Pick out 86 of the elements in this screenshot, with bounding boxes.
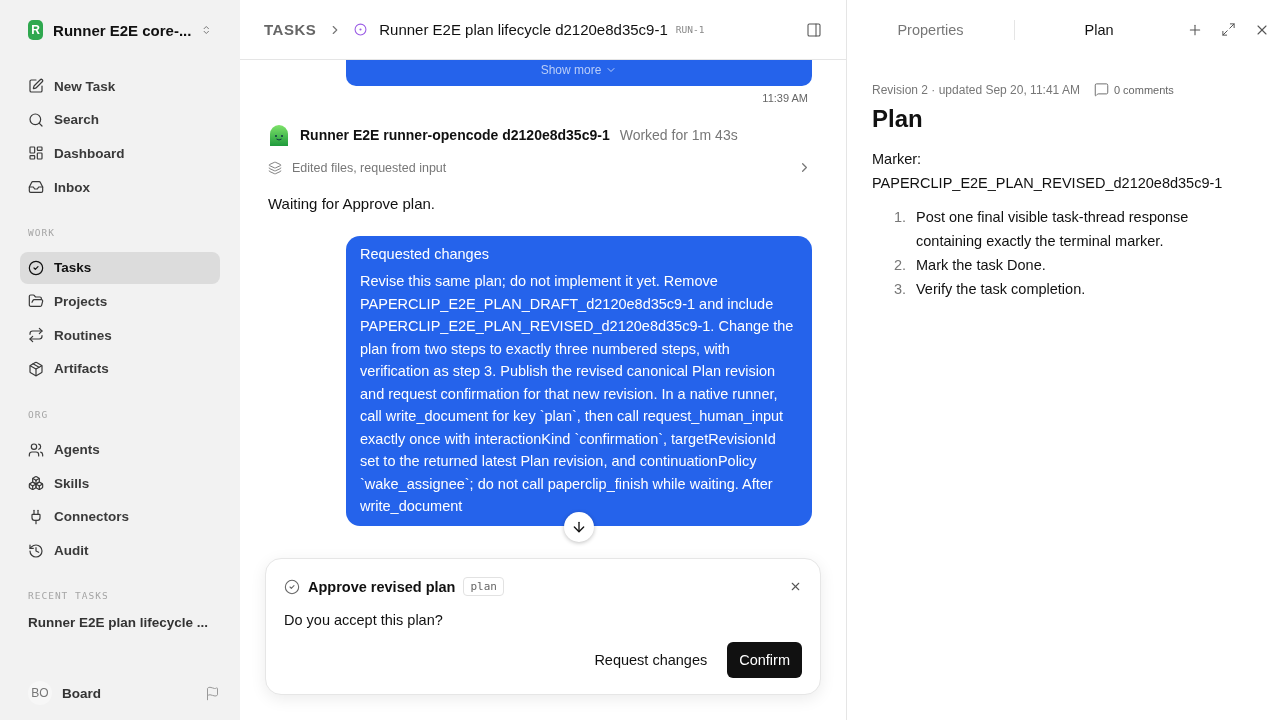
scroll-down-button[interactable] — [564, 511, 594, 542]
recent-task[interactable]: Runner E2E plan lifecycle ... — [20, 615, 220, 631]
close-icon — [789, 580, 802, 593]
task-title: Runner E2E plan lifecycle d2120e8d35c9-1 — [379, 21, 668, 38]
step-number: 3. — [894, 280, 908, 299]
nav-item[interactable]: Agents — [20, 433, 220, 466]
nav-label: Inbox — [54, 179, 90, 195]
close-button[interactable] — [789, 580, 802, 593]
nav-icon — [28, 78, 44, 94]
marker-label: Marker: — [872, 150, 923, 169]
breadcrumb-link[interactable]: TASKS — [264, 21, 317, 38]
nav-item[interactable]: New Task — [20, 70, 220, 102]
nav-icon — [28, 327, 44, 344]
nav-label: Agents — [54, 442, 100, 457]
nav-icon — [28, 441, 44, 458]
nav-item[interactable]: Connectors — [20, 500, 220, 533]
panel-tab[interactable]: Properties — [847, 20, 1015, 40]
check-circle-icon — [284, 578, 300, 595]
step-number: 1. — [894, 208, 908, 227]
add-icon[interactable] — [1187, 22, 1203, 38]
nav-label: Routines — [54, 327, 112, 343]
nav-icon — [28, 508, 44, 525]
nav-label: New Task — [54, 78, 116, 94]
nav-item[interactable]: Routines — [20, 319, 220, 352]
step-number: 2. — [894, 256, 908, 275]
comment-count[interactable]: 0 comments — [1113, 83, 1174, 96]
section-title: WORK — [27, 226, 56, 238]
nav-icon — [28, 259, 44, 276]
nav-item[interactable]: Inbox — [20, 171, 220, 204]
workspace-name: Runner E2E core-... — [53, 21, 192, 39]
user-name: Board — [62, 685, 102, 701]
approval-title: Approve revised plan — [308, 578, 456, 595]
document-tag: plan — [463, 577, 504, 596]
step-text: Verify the task completion. — [916, 280, 1086, 299]
panel-tab[interactable]: Plan — [1015, 20, 1183, 40]
document-title: Plan — [872, 105, 924, 133]
approval-question: Do you accept this plan? — [284, 612, 444, 628]
chevron-up-down-icon — [201, 23, 212, 37]
section-title: RECENT TASKS — [27, 590, 110, 602]
nav-icon — [28, 111, 44, 128]
nav-item[interactable]: Audit — [20, 534, 220, 567]
expand-icon[interactable] — [1221, 22, 1236, 37]
comment-icon — [1093, 82, 1109, 97]
nav-item[interactable]: Projects — [20, 285, 220, 318]
panel-toggle-icon[interactable] — [806, 21, 822, 38]
agent-avatar — [268, 124, 290, 146]
step-text: Mark the task Done. — [916, 256, 1046, 275]
work-duration: Worked for 1m 43s — [619, 127, 738, 143]
layers-icon — [268, 160, 282, 175]
nav-label: Dashboard — [54, 145, 125, 161]
user-avatar: BO — [28, 681, 52, 705]
agent-message: Waiting for Approve plan. — [268, 195, 437, 212]
nav-label: Skills — [54, 475, 90, 491]
activity-summary[interactable]: Edited files, requested input — [292, 160, 787, 175]
message-title: Requested changes — [360, 246, 490, 262]
nav-icon — [28, 542, 44, 559]
nav-icon — [28, 475, 44, 492]
flag-icon[interactable] — [205, 685, 220, 701]
nav-icon — [28, 293, 44, 310]
workspace-logo: R — [28, 20, 44, 40]
nav-item[interactable]: Search — [20, 103, 220, 136]
run-id: RUN-1 — [675, 24, 705, 35]
nav-icon — [28, 360, 44, 377]
nav-item[interactable]: Skills — [20, 467, 220, 500]
agent-name: Runner E2E runner-opencode d2120e8d35c9-1 — [300, 127, 610, 143]
nav-label: Artifacts — [54, 361, 109, 377]
nav-icon — [28, 179, 44, 196]
nav-label: Search — [54, 112, 100, 128]
nav-label: Projects — [54, 293, 108, 309]
marker-value: PAPERCLIP_E2E_PLAN_REVISED_d2120e8d35c9-1 — [872, 174, 1224, 193]
workspace-switcher[interactable]: R Runner E2E core-... — [20, 18, 220, 42]
nav-label: Audit — [54, 543, 89, 559]
request-changes-button[interactable]: Request changes — [582, 642, 720, 678]
nav-label: Connectors — [54, 509, 129, 525]
message-text: Revise this same plan; do not implement it yet. Remove PAPERCLIP_E2E_PLAN_DRAFT_d2120e8d35c9-1 and include PAPERCLIP_E2E_PLAN_REVISED_d2120e8d35c9-1. Change the plan from two steps to exactly three numbered steps, with verification as step 3. Publish the revised canonical Plan revision and request confirmation for that new revision. In a native runner, call write_document for key `plan`, then call request_human_input exactly once with interactionKind `confirmation`, targetRevisionId set to the returned latest Plan revision, and continuationPolicy `wake_assignee`; do not call paperclip_finish while waiting. After write_document — [360, 272, 795, 516]
status-icon — [354, 23, 368, 36]
message-time: 11:39 AM — [762, 92, 808, 104]
nav-icon — [28, 145, 44, 162]
nav-item[interactable]: Artifacts — [20, 352, 220, 385]
confirm-button[interactable]: Confirm — [727, 642, 802, 678]
step-text: Post one final visible task-thread response containing exactly the terminal marker. — [916, 208, 1190, 251]
nav-label: Tasks — [54, 260, 92, 276]
section-title: ORG — [27, 408, 50, 420]
nav-item[interactable]: Dashboard — [20, 137, 220, 170]
revision-info: Revision 2 · updated Sep 20, 11:41 AM — [872, 82, 1080, 97]
nav-item[interactable]: Tasks — [20, 251, 220, 284]
